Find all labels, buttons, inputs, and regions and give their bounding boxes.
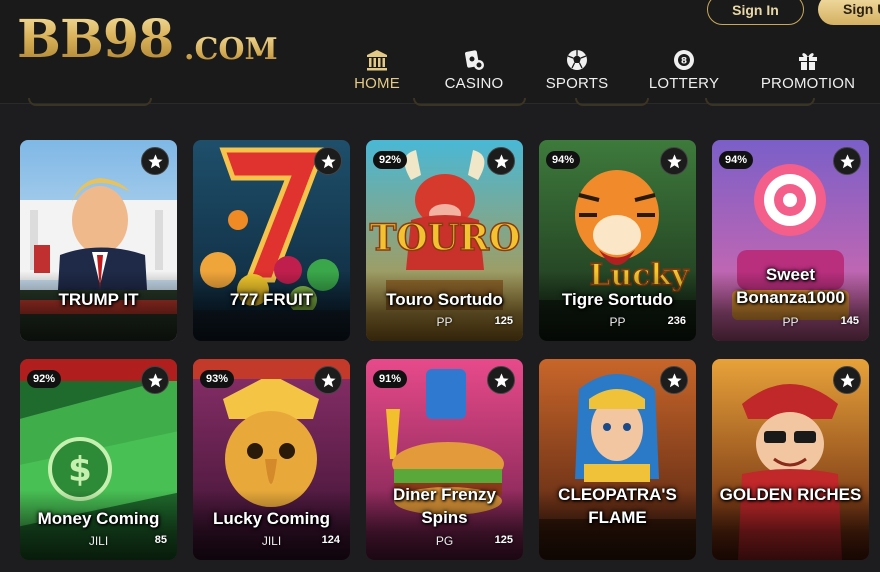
star-icon bbox=[494, 373, 509, 388]
sign-in-button[interactable]: Sign In bbox=[707, 0, 804, 25]
game-card[interactable]: CLEOPATRA'S FLAME bbox=[539, 359, 696, 560]
game-card[interactable]: 777 FRUIT bbox=[193, 140, 350, 341]
nav-lottery[interactable]: 8 LOTTERY bbox=[648, 48, 720, 94]
nav-promotion-label: PROMOTION bbox=[760, 75, 856, 92]
player-count: 236 bbox=[667, 315, 686, 327]
star-icon bbox=[321, 154, 336, 169]
brand-logo-tld: .COM bbox=[184, 30, 278, 70]
subtab-active[interactable] bbox=[575, 98, 649, 106]
favorite-button[interactable] bbox=[487, 147, 515, 175]
game-title: TRUMP IT bbox=[58, 290, 139, 309]
favorite-button[interactable] bbox=[141, 366, 169, 394]
star-icon bbox=[148, 154, 163, 169]
svg-text:$: $ bbox=[68, 450, 92, 490]
star-icon bbox=[494, 154, 509, 169]
game-title: Lucky Coming bbox=[212, 509, 331, 528]
subtab-right[interactable] bbox=[705, 98, 815, 106]
soccer-ball-icon bbox=[567, 50, 587, 70]
game-title: Diner Frenzy Spins bbox=[393, 485, 496, 527]
game-card[interactable]: TOURO 92% Touro Sortudo PP 125 bbox=[366, 140, 523, 341]
player-count: 85 bbox=[154, 534, 167, 546]
cards-icon bbox=[465, 50, 484, 70]
favorite-button[interactable] bbox=[833, 366, 861, 394]
lottery-ball-icon: 8 bbox=[674, 50, 694, 70]
favorite-button[interactable] bbox=[833, 147, 861, 175]
rtp-badge: 91% bbox=[373, 370, 408, 388]
subtab-middle[interactable] bbox=[413, 98, 526, 106]
game-title: Sweet Bonanza1000 bbox=[736, 265, 845, 307]
star-icon bbox=[321, 373, 336, 388]
nav-casino[interactable]: CASINO bbox=[440, 48, 508, 94]
rtp-badge: 92% bbox=[27, 370, 62, 388]
rtp-badge: 94% bbox=[719, 151, 754, 169]
game-title: Money Coming bbox=[37, 509, 160, 528]
star-icon bbox=[840, 154, 855, 169]
game-card[interactable]: GOLDEN RICHES bbox=[712, 359, 869, 560]
nav-promotion[interactable]: PROMOTION bbox=[758, 48, 858, 94]
favorite-button[interactable] bbox=[487, 366, 515, 394]
game-card[interactable]: $ 92% Money Coming JILI 85 bbox=[20, 359, 177, 560]
player-count: 145 bbox=[840, 315, 859, 327]
star-icon bbox=[148, 373, 163, 388]
player-count: 125 bbox=[494, 534, 513, 546]
game-card[interactable]: Lucky 94% Tigre Sortudo PP 236 bbox=[539, 140, 696, 341]
sign-up-button[interactable]: Sign U bbox=[818, 0, 880, 25]
player-count: 124 bbox=[321, 534, 340, 546]
bank-icon bbox=[367, 50, 387, 71]
game-title: Touro Sortudo bbox=[386, 290, 503, 309]
game-title: Tigre Sortudo bbox=[561, 290, 674, 309]
star-icon bbox=[667, 373, 682, 388]
game-card[interactable]: 91% Diner Frenzy Spins PG 125 bbox=[366, 359, 523, 560]
nav-lottery-label: LOTTERY bbox=[648, 75, 720, 92]
favorite-button[interactable] bbox=[314, 147, 342, 175]
brand-logo[interactable]: BB98 bbox=[17, 10, 174, 70]
subtab-left[interactable] bbox=[28, 98, 152, 106]
svg-text:8: 8 bbox=[681, 57, 687, 67]
header: BB98 .COM Sign In Sign U HOME CASINO SPO… bbox=[0, 0, 880, 104]
game-card[interactable]: 93% Lucky Coming JILI 124 bbox=[193, 359, 350, 560]
star-icon bbox=[667, 154, 682, 169]
rtp-badge: 94% bbox=[546, 151, 581, 169]
nav-casino-label: CASINO bbox=[444, 75, 504, 92]
game-card[interactable]: TRUMP IT bbox=[20, 140, 177, 341]
game-title: 777 FRUIT bbox=[229, 290, 314, 309]
nav-home[interactable]: HOME bbox=[346, 48, 408, 94]
svg-text:TOURO: TOURO bbox=[370, 217, 521, 259]
gift-icon bbox=[799, 53, 817, 70]
player-count: 125 bbox=[494, 315, 513, 327]
nav-sports[interactable]: SPORTS bbox=[545, 48, 609, 94]
favorite-button[interactable] bbox=[314, 366, 342, 394]
favorite-button[interactable] bbox=[660, 147, 688, 175]
game-card[interactable]: 94% Sweet Bonanza1000 PP 145 bbox=[712, 140, 869, 341]
rtp-badge: 93% bbox=[200, 370, 235, 388]
game-title: CLEOPATRA'S FLAME bbox=[558, 485, 677, 527]
favorite-button[interactable] bbox=[660, 366, 688, 394]
nav-home-label: HOME bbox=[354, 75, 400, 92]
star-icon bbox=[840, 373, 855, 388]
rtp-badge: 92% bbox=[373, 151, 408, 169]
favorite-button[interactable] bbox=[141, 147, 169, 175]
game-provider: JILI bbox=[88, 534, 109, 548]
game-title: GOLDEN RICHES bbox=[719, 485, 862, 504]
nav-sports-label: SPORTS bbox=[545, 75, 609, 92]
